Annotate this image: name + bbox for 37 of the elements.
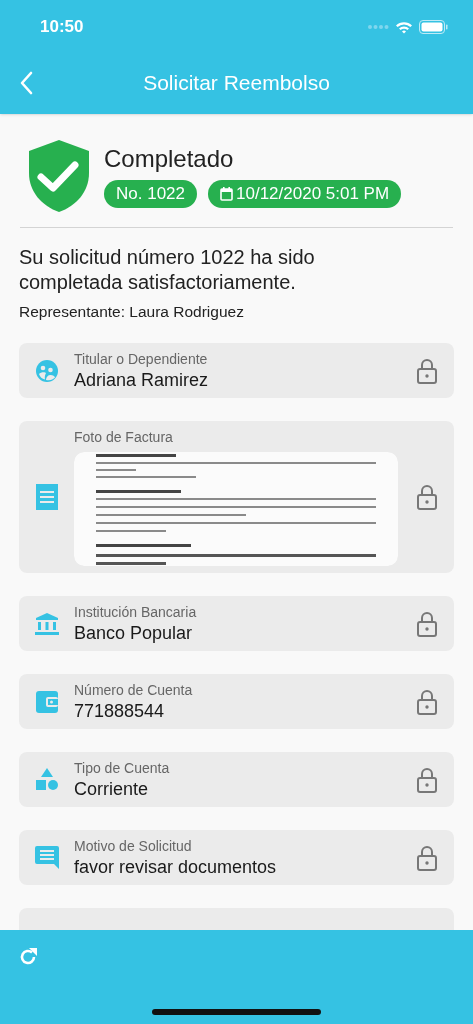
shapes-icon [36, 767, 58, 792]
field-value: favor revisar documentos [74, 855, 278, 879]
request-number-badge: No. 1022 [104, 180, 197, 208]
status-time: 10:50 [40, 16, 84, 39]
refresh-icon [18, 947, 38, 967]
field-label: Foto de Factura [74, 428, 174, 447]
people-icon [36, 359, 58, 382]
date-text: 10/12/2020 5:01 PM [236, 183, 390, 206]
confirmation-message: Su solicitud número 1022 ha sido completada satisfactoriamente. [19, 245, 316, 295]
battery-icon [419, 20, 448, 34]
representative-text: Representante: Laura Rodriguez [19, 302, 245, 322]
lock-icon [417, 688, 437, 715]
screen-title: Solicitar Reembolso [143, 70, 330, 97]
bank-icon [35, 611, 59, 636]
lock-icon [417, 484, 437, 511]
shield-check-icon [28, 139, 90, 213]
lock-icon [417, 766, 437, 793]
field-value: Adriana Ramirez [74, 368, 210, 392]
field-label: Tipo de Cuenta [74, 758, 171, 777]
receipt-icon [36, 484, 58, 511]
status-title: Completado [104, 144, 235, 174]
field-value: Corriente [74, 777, 150, 801]
field-value: Banco Popular [74, 621, 194, 645]
field-label: Institución Bancaria [74, 602, 198, 621]
wallet-icon [36, 690, 58, 713]
lock-icon [417, 357, 437, 384]
lock-icon [417, 610, 437, 637]
back-icon [19, 71, 33, 95]
field-label: Motivo de Solicitud [74, 836, 193, 855]
field-label: Número de Cuenta [74, 680, 194, 699]
wifi-icon [395, 20, 413, 34]
calendar-icon [220, 187, 233, 201]
lock-icon [417, 844, 437, 871]
message-icon [35, 846, 59, 870]
field-label: Titular o Dependiente [74, 349, 209, 368]
field-value: 771888544 [74, 699, 166, 723]
signal-icon [367, 24, 389, 30]
